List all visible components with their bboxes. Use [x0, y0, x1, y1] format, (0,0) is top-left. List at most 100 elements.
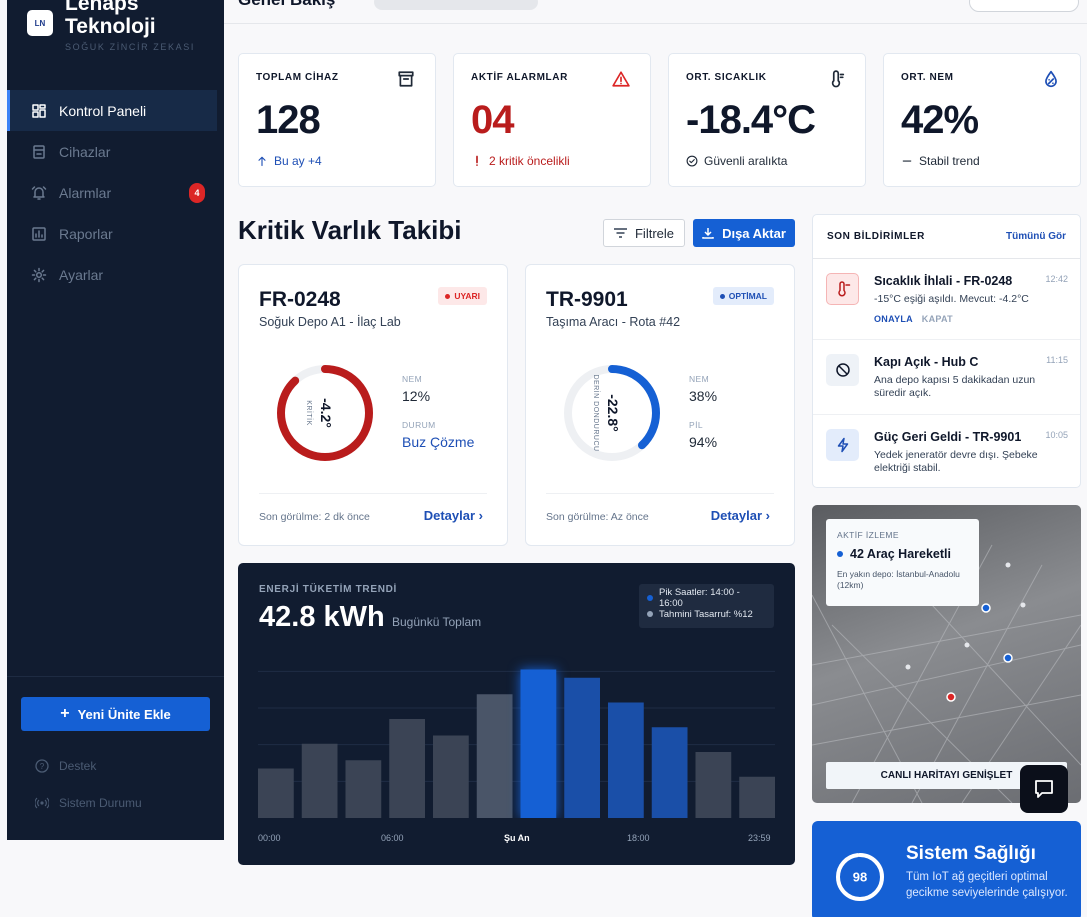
export-button[interactable]: Dışa Aktar [693, 219, 795, 247]
notification-item[interactable]: Sıcaklık İhlali - FR-0248 12:42 -15°C eş… [813, 259, 1080, 340]
support-label: Destek [59, 759, 97, 773]
metric-value: 38% [689, 388, 718, 404]
stat-sub: Bu ay +4 [256, 154, 322, 168]
archive-icon [397, 70, 415, 88]
page-title: Genel Bakış [238, 0, 335, 10]
sidebar-item-kontrol-paneli[interactable]: Kontrol Paneli [7, 90, 217, 131]
approve-button[interactable]: ONAYLA [874, 314, 913, 324]
header-pill[interactable] [374, 0, 538, 10]
energy-unit-label: Bugünkü Toplam [392, 615, 482, 629]
x-tick-label: 06:00 [381, 833, 404, 843]
notification-desc: Yedek jeneratör devre dışı. Şebeke elekt… [874, 449, 1038, 474]
sidebar-divider [7, 676, 224, 677]
sidebar-item-ayarlar[interactable]: Ayarlar [7, 254, 217, 295]
stat-sub: Stabil trend [901, 154, 980, 168]
energy-bar[interactable] [520, 669, 557, 819]
dashboard-icon [31, 103, 47, 119]
notification-title: Kapı Açık - Hub C [874, 355, 979, 369]
stat-sub: Güvenli aralıkta [686, 154, 787, 168]
energy-bar[interactable] [433, 735, 469, 819]
energy-bar[interactable] [389, 719, 425, 818]
broadcast-icon [35, 797, 49, 809]
brand[interactable]: LN Lenaps Teknoloji SOĞUK ZİNCİR ZEKASI [27, 0, 195, 52]
stat-card[interactable]: TOPLAM CİHAZ 128 Bu ay +4 [238, 53, 436, 187]
asset-card[interactable]: FR-0248 Soğuk Depo A1 - İlaç Lab UYARI -… [238, 264, 508, 546]
x-tick-label: 23:59 [748, 833, 771, 843]
stat-sub-text: Güvenli aralıkta [704, 154, 788, 168]
x-tick-label: 00:00 [258, 833, 281, 843]
stat-card[interactable]: ORT. NEM 42% Stabil trend [883, 53, 1081, 187]
energy-label: ENERJİ TÜKETİM TRENDİ [259, 584, 398, 595]
live-map[interactable]: AKTİF İZLEME 42 Araç Hareketli En yakın … [812, 505, 1081, 803]
live-dot-icon [837, 551, 843, 557]
stat-card[interactable]: AKTİF ALARMLAR 04 2 kritik öncelikli [453, 53, 651, 187]
filter-button[interactable]: Filtrele [603, 219, 685, 247]
stat-value: 128 [256, 98, 321, 142]
map-label: AKTİF İZLEME [837, 530, 899, 540]
stat-sub-text: 2 kritik öncelikli [489, 154, 570, 168]
see-all-link[interactable]: Tümünü Gör [1006, 231, 1066, 242]
metric-label: DURUM [402, 420, 436, 430]
door-blocked-icon [826, 354, 859, 386]
details-link[interactable]: Detaylar › [711, 508, 770, 523]
notification-item[interactable]: Güç Geri Geldi - TR-9901 10:05 Yedek jen… [813, 415, 1080, 487]
system-status-link[interactable]: Sistem Durumu [35, 796, 142, 810]
energy-bar[interactable] [476, 694, 513, 818]
support-link[interactable]: ? Destek [35, 759, 96, 773]
stat-label: ORT. NEM [901, 72, 954, 83]
details-link[interactable]: Detaylar › [424, 508, 483, 523]
legend-item-saving: Tahmini Tasarruf: %12 [647, 606, 766, 622]
energy-bar[interactable] [564, 677, 600, 818]
legend-dot-peak [647, 595, 653, 601]
top-header: Genel Bakış [224, 0, 1087, 24]
energy-bar[interactable] [301, 743, 338, 818]
plus-icon: + [60, 705, 70, 722]
stat-value: -18.4°C [686, 98, 816, 142]
stat-label: AKTİF ALARMLAR [471, 72, 568, 83]
notifications-panel: SON BİLDİRİMLER Tümünü Gör Sıcaklık İhla… [812, 214, 1081, 488]
energy-bar[interactable] [651, 727, 688, 818]
brand-logo: LN [27, 10, 53, 36]
sidebar-item-cihazlar[interactable]: Cihazlar [7, 131, 217, 172]
sidebar-item-raporlar[interactable]: Raporlar [7, 213, 217, 254]
energy-bar[interactable] [739, 776, 775, 818]
health-score: 98 [853, 870, 867, 885]
asset-card[interactable]: TR-9901 Taşıma Aracı - Rota #42 OPTİMAL … [525, 264, 795, 546]
stat-value: 04 [471, 98, 514, 142]
sidebar-nav: Kontrol Paneli Cihazlar Alarmlar 4 Raporlar A… [7, 90, 217, 295]
thermometer-icon [827, 70, 845, 88]
search-input[interactable] [969, 0, 1079, 12]
energy-bar[interactable] [695, 752, 732, 818]
stat-sub-text: Bu ay +4 [274, 154, 322, 168]
chat-icon [1035, 780, 1053, 798]
metric-label: PİL [689, 420, 703, 430]
chat-button[interactable] [1020, 765, 1068, 813]
metric-value: Buz Çözme [402, 434, 475, 450]
help-icon: ? [35, 759, 49, 773]
legend-item-peak: Pik Saatler: 14:00 - 16:00 [647, 587, 766, 609]
energy-legend: Pik Saatler: 14:00 - 16:00 Tahmini Tasar… [639, 584, 774, 628]
alarm-count-badge: 4 [189, 182, 205, 203]
sidebar-item-alarmlar[interactable]: Alarmlar 4 [7, 172, 217, 213]
notification-title: Sıcaklık İhlali - FR-0248 [874, 274, 1013, 288]
stat-card[interactable]: ORT. SICAKLIK -18.4°C Güvenli aralıkta [668, 53, 866, 187]
health-desc: Tüm IoT ağ geçitleri optimal gecikme sev… [906, 871, 1068, 899]
metric-value: 12% [402, 388, 431, 404]
notification-item[interactable]: Kapı Açık - Hub C 11:15 Ana depo kapısı … [813, 340, 1080, 415]
arrow-up-icon [256, 155, 268, 167]
active-tracking-card: AKTİF İZLEME 42 Araç Hareketli En yakın … [826, 519, 979, 606]
notification-title: Güç Geri Geldi - TR-9901 [874, 430, 1022, 444]
last-seen: Son görülme: 2 dk önce [259, 511, 370, 523]
energy-bar-chart [258, 669, 775, 819]
energy-bar[interactable] [608, 702, 644, 819]
sidebar-item-label: Raporlar [59, 225, 113, 242]
system-health-card: 98 Sistem Sağlığı Tüm IoT ağ geçitleri o… [812, 821, 1081, 917]
add-unit-button[interactable]: + Yeni Ünite Ekle [21, 697, 210, 731]
temperature-gauge: -22.8° DERİN DONDURUCU [564, 365, 660, 461]
dismiss-button[interactable]: KAPAT [922, 314, 953, 324]
energy-bar[interactable] [345, 760, 382, 818]
notification-time: 10:05 [1045, 430, 1068, 440]
reports-icon [31, 226, 47, 242]
energy-bar[interactable] [258, 768, 294, 819]
asset-status-tag: UYARI [438, 287, 487, 305]
